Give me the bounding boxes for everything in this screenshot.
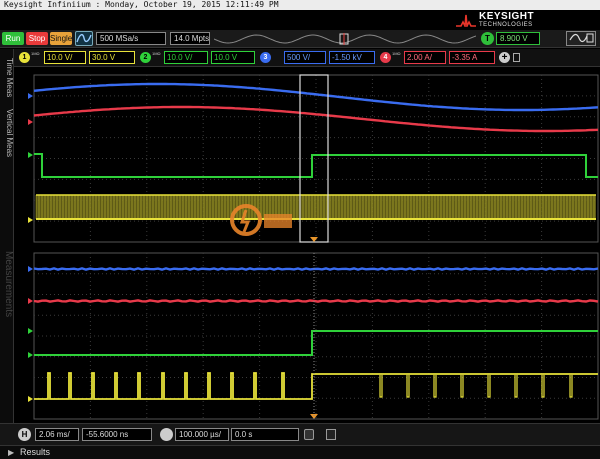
run-button[interactable]: Run	[2, 32, 24, 45]
lock-icon[interactable]	[304, 429, 314, 440]
channel-4-ground-marker	[28, 119, 33, 125]
waveform-display[interactable]	[14, 67, 600, 423]
tab-time-measurements[interactable]: Time Meas	[0, 53, 14, 103]
horizontal-icon[interactable]: H	[18, 428, 31, 441]
channel-1-offset-field[interactable]: 30.0 V	[89, 51, 135, 64]
tab-measurements[interactable]: Measurements	[0, 229, 14, 339]
channel-3-trace-zoom	[33, 267, 599, 271]
results-label: Results	[20, 447, 51, 457]
channel-3-ground-marker	[28, 93, 33, 99]
channel-2-zoom-marker	[28, 328, 33, 334]
horizontal-controls-bar: H 2.06 ms/ -55.6000 ns 100.000 µs/ 0.0 s	[0, 423, 600, 445]
autoscale-icon	[76, 33, 92, 43]
channel-1-ground-marker	[28, 217, 33, 223]
trigger-icon[interactable]: T	[481, 32, 494, 45]
channel-2-trace-main	[34, 153, 598, 178]
keysight-logo: KEYSIGHT TECHNOLOGIES	[456, 11, 586, 31]
trigger-level-field[interactable]: 8.900 V	[496, 32, 540, 45]
zoom-magnifier-icon[interactable]	[160, 428, 173, 441]
brand-subtitle: TECHNOLOGIES	[479, 22, 533, 28]
channel-2-badge[interactable]: 2	[140, 52, 151, 63]
add-channel-icon[interactable]: +	[499, 52, 510, 63]
memory-depth-field[interactable]: 14.0 Mpts	[170, 32, 210, 45]
channel-1-zoom-marker	[28, 396, 33, 402]
channel-4-trace-zoom	[33, 299, 599, 303]
keysight-wave-icon	[456, 14, 476, 27]
channel-4-coupling: 1MΩ	[392, 51, 401, 56]
channel-3-offset-field[interactable]: -1.50 kV	[329, 51, 375, 64]
math-function-button[interactable]	[566, 31, 596, 46]
channel-1-badge[interactable]: 1	[19, 52, 30, 63]
channel-3-scale-field[interactable]: 500 V/	[284, 51, 326, 64]
expand-arrow-icon[interactable]: ▶	[8, 448, 14, 457]
timebase-field[interactable]: 2.06 ms/	[35, 428, 79, 441]
channel-2-ground-marker	[28, 152, 33, 158]
channel-2-zoom-marker-low	[28, 352, 33, 358]
channel-2-coupling: 1MΩ	[152, 51, 161, 56]
channel-1-pulses-zoom	[379, 375, 573, 398]
layout-grid-icon[interactable]	[326, 429, 336, 440]
horizontal-delay-field[interactable]: -55.6000 ns	[82, 428, 152, 441]
tab-vertical-measurements[interactable]: Vertical Meas	[0, 105, 14, 161]
channel-2-trace-zoom	[34, 330, 598, 356]
channel-4-badge[interactable]: 4	[380, 52, 391, 63]
waveform-graticule[interactable]	[14, 67, 600, 423]
channel-settings-bar: 1 1MΩ 10.0 V/ 30.0 V 2 1MΩ 10.0 V/ 10.0 …	[0, 49, 600, 67]
channel-1-pwm-lines	[35, 195, 595, 219]
brand-name: KEYSIGHT	[479, 11, 535, 22]
results-bar[interactable]: ▶ Results	[0, 445, 600, 459]
channel-4-zoom-marker	[28, 298, 33, 304]
zoom-scale-field[interactable]: 100.000 µs/	[175, 428, 229, 441]
acquisition-toolbar: Run Stop Single 500 MSa/s 14.0 Mpts T 8.…	[0, 30, 600, 48]
zoom-delay-field[interactable]: 0.0 s	[231, 428, 299, 441]
channel-menu-icon[interactable]	[513, 53, 520, 62]
channel-3-zoom-marker	[28, 266, 33, 272]
autoscale-button[interactable]	[75, 31, 93, 46]
channel-4-scale-field[interactable]: 2.00 A/	[404, 51, 446, 64]
trigger-point-marker	[310, 237, 318, 242]
watermark-logo	[230, 204, 292, 236]
title-bar: Keysight Infiniium : Monday, October 19,…	[0, 0, 600, 10]
channel-2-offset-field[interactable]: 10.0 V	[211, 51, 255, 64]
channel-2-scale-field[interactable]: 10.0 V/	[164, 51, 208, 64]
stop-button[interactable]: Stop	[26, 32, 48, 45]
memory-bar-overview[interactable]	[214, 33, 476, 45]
single-button[interactable]: Single	[50, 32, 72, 45]
channel-3-badge[interactable]: 3	[260, 52, 271, 63]
channel-4-offset-field[interactable]: -3.35 A	[449, 51, 495, 64]
math-wave-icon	[569, 33, 594, 43]
channel-1-scale-field[interactable]: 10.0 V/	[44, 51, 86, 64]
side-tabs: Time Meas Vertical Meas Measurements	[0, 49, 14, 423]
sample-rate-field[interactable]: 500 MSa/s	[96, 32, 166, 45]
channel-1-coupling: 1MΩ	[31, 51, 40, 56]
